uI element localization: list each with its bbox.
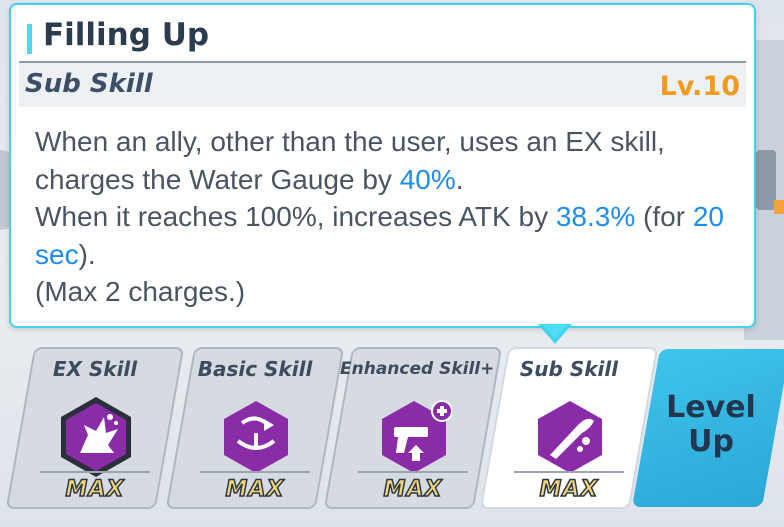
level-up-label: Level Up [666, 390, 756, 459]
skill-card-sub[interactable]: Sub Skill MAX [479, 347, 659, 509]
max-badge: MAX [65, 476, 125, 503]
card-label: Sub Skill [519, 357, 619, 381]
skill-card-enhanced[interactable]: Enhanced Skill+ MAX [323, 347, 503, 509]
background-marker [774, 200, 784, 214]
skill-title: Filling Up [43, 17, 210, 53]
skill-card-ex[interactable]: EX Skill MAX [5, 347, 185, 509]
highlight-value: 20 [692, 201, 724, 232]
card-divider [200, 471, 310, 473]
tooltip-header: Filling Up [11, 5, 754, 61]
title-accent-bar [27, 24, 32, 54]
desc-line: sec). [35, 238, 96, 270]
max-badge: MAX [225, 476, 285, 503]
skill-type-label: Sub Skill [25, 69, 153, 99]
card-label: Basic Skill [197, 357, 313, 381]
target-arrow-icon [224, 401, 288, 473]
tooltip-pointer-inner [542, 324, 568, 339]
highlight-value: 38.3% [555, 201, 636, 232]
water-splash-icon [538, 401, 602, 473]
card-divider [358, 471, 468, 473]
desc-line: charges the Water Gauge by 40%. [35, 163, 464, 195]
skill-card-basic[interactable]: Basic Skill MAX [165, 347, 345, 509]
highlight-value: sec [35, 238, 79, 270]
explosion-icon [61, 397, 131, 477]
skill-type-row: Sub Skill Lv.10 [19, 61, 746, 107]
skill-card-row: EX Skill MAX Basic Skill MAX Enhanced Sk… [0, 345, 784, 527]
skill-description: When an ally, other than the user, uses … [35, 123, 736, 311]
pistol-upgrade-icon [382, 400, 452, 473]
background-bar [756, 150, 776, 210]
level-up-button[interactable]: Level Up [632, 349, 784, 507]
desc-line: (Max 2 charges.) [35, 276, 246, 307]
card-label: EX Skill [52, 357, 138, 381]
desc-line: When it reaches 100%, increases ATK by 3… [35, 201, 724, 232]
skill-tooltip: Filling Up Sub Skill Lv.10 When an ally,… [9, 3, 756, 328]
card-divider [40, 471, 150, 473]
desc-line: When an ally, other than the user, uses … [35, 126, 665, 157]
highlight-value: 40% [399, 163, 456, 195]
card-divider [514, 471, 624, 473]
max-badge: MAX [539, 476, 599, 503]
skill-level: Lv.10 [659, 71, 740, 102]
card-label: Enhanced Skill+ [340, 359, 495, 379]
max-badge: MAX [383, 476, 443, 503]
